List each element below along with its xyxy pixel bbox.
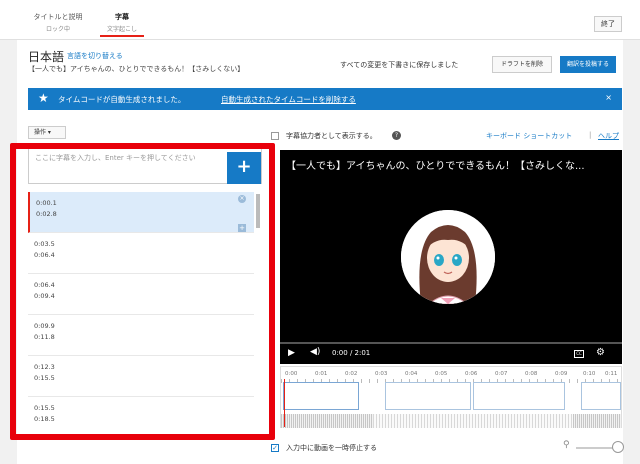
timeline-ticks: 0:00 0:01 0:02 0:03 0:04 0:05 0:06 0:07 … bbox=[281, 371, 621, 379]
timeline-segment[interactable] bbox=[385, 382, 471, 410]
operations-dropdown[interactable]: 操作 ▾ bbox=[28, 126, 66, 139]
star-icon: ★ bbox=[38, 91, 49, 105]
save-status: すべての変更を下書きに保存しました bbox=[340, 61, 459, 69]
timeline-segment[interactable] bbox=[473, 382, 565, 410]
timeline-segment[interactable] bbox=[283, 382, 359, 410]
zoom-slider-handle[interactable] bbox=[612, 441, 624, 453]
pause-while-typing-checkbox[interactable]: ✓ bbox=[271, 444, 279, 452]
contributor-checkbox-label: 字幕協力者として表示する。 bbox=[286, 132, 377, 140]
banner-text: タイムコードが自動生成されました。 bbox=[58, 95, 186, 104]
pause-while-typing-label: 入力中に動画を一時停止する bbox=[286, 444, 377, 452]
timeline-tick: 0:06 bbox=[465, 371, 478, 377]
timeline-playhead[interactable] bbox=[284, 379, 285, 427]
video-progress-bar[interactable] bbox=[280, 342, 622, 344]
timeline-tick: 0:01 bbox=[315, 371, 328, 377]
video-title: 【一人でも】アイちゃんの、ひとりでできるもん！【さみしくない】 bbox=[28, 65, 245, 73]
timeline-tick: 0:10 bbox=[583, 371, 596, 377]
timeline-tick: 0:08 bbox=[525, 371, 538, 377]
top-tab-bar: タイトルと説明 ロック中 字幕 文字起こし bbox=[0, 0, 640, 40]
character-illustration bbox=[401, 210, 495, 304]
timeline-tick: 0:07 bbox=[495, 371, 508, 377]
zoom-slider-track[interactable] bbox=[576, 447, 616, 449]
keyboard-shortcuts-link[interactable]: キーボード ショートカット bbox=[486, 131, 572, 141]
timeline-tick: 0:05 bbox=[435, 371, 448, 377]
video-time: 0:00 / 2:01 bbox=[332, 349, 371, 357]
contributor-checkbox[interactable] bbox=[271, 132, 279, 140]
switch-language-link[interactable]: 言語を切り替える bbox=[67, 51, 123, 61]
character-avatar bbox=[401, 210, 495, 304]
discard-draft-button[interactable]: ドラフトを削除 bbox=[492, 56, 552, 73]
timeline-tick: 0:03 bbox=[375, 371, 388, 377]
close-icon[interactable]: × bbox=[605, 93, 612, 102]
audio-waveform-quiet bbox=[373, 414, 573, 428]
zoom-icon: ⚲ bbox=[563, 440, 570, 450]
highlight-annotation-box bbox=[10, 143, 275, 440]
timeline-tick: 0:04 bbox=[405, 371, 418, 377]
timeline-tick: 0:00 bbox=[285, 371, 298, 377]
tab-subtitles-sub: 文字起こし bbox=[106, 26, 137, 33]
gear-icon[interactable]: ⚙ bbox=[596, 347, 605, 358]
play-icon[interactable]: ▶ bbox=[288, 348, 295, 358]
finish-button[interactable]: 終了 bbox=[594, 16, 622, 32]
timeline-tick: 0:02 bbox=[345, 371, 358, 377]
volume-icon[interactable]: ◀) bbox=[310, 347, 320, 357]
caption-timeline[interactable]: 0:00 0:01 0:02 0:03 0:04 0:05 0:06 0:07 … bbox=[280, 366, 622, 428]
info-banner: ★ タイムコードが自動生成されました。 自動生成されたタイムコードを削除する × bbox=[28, 88, 622, 110]
video-player[interactable]: 【一人でも】アイちゃんの、ひとりでできるもん！【さみしくな... ▶ ◀) 0:… bbox=[280, 150, 622, 364]
language-title: 日本語 bbox=[28, 50, 65, 64]
timeline-tick: 0:11 bbox=[605, 371, 618, 377]
tab-subtitles[interactable]: 字幕 文字起こし bbox=[84, 12, 160, 37]
link-separator: | bbox=[589, 131, 592, 139]
publish-translation-button[interactable]: 翻訳を投稿する bbox=[560, 56, 616, 73]
player-video-title: 【一人でも】アイちゃんの、ひとりでできるもん！【さみしくな... bbox=[286, 161, 585, 172]
delete-timecodes-link[interactable]: 自動生成されたタイムコードを削除する bbox=[221, 94, 356, 105]
tab-subtitles-label: 字幕 bbox=[115, 13, 129, 21]
timeline-tick: 0:09 bbox=[555, 371, 568, 377]
help-circle-icon[interactable]: ? bbox=[392, 131, 401, 140]
help-link[interactable]: ヘルプ bbox=[598, 131, 619, 141]
timeline-segment[interactable] bbox=[581, 382, 621, 410]
captions-icon[interactable]: CC bbox=[574, 350, 584, 358]
